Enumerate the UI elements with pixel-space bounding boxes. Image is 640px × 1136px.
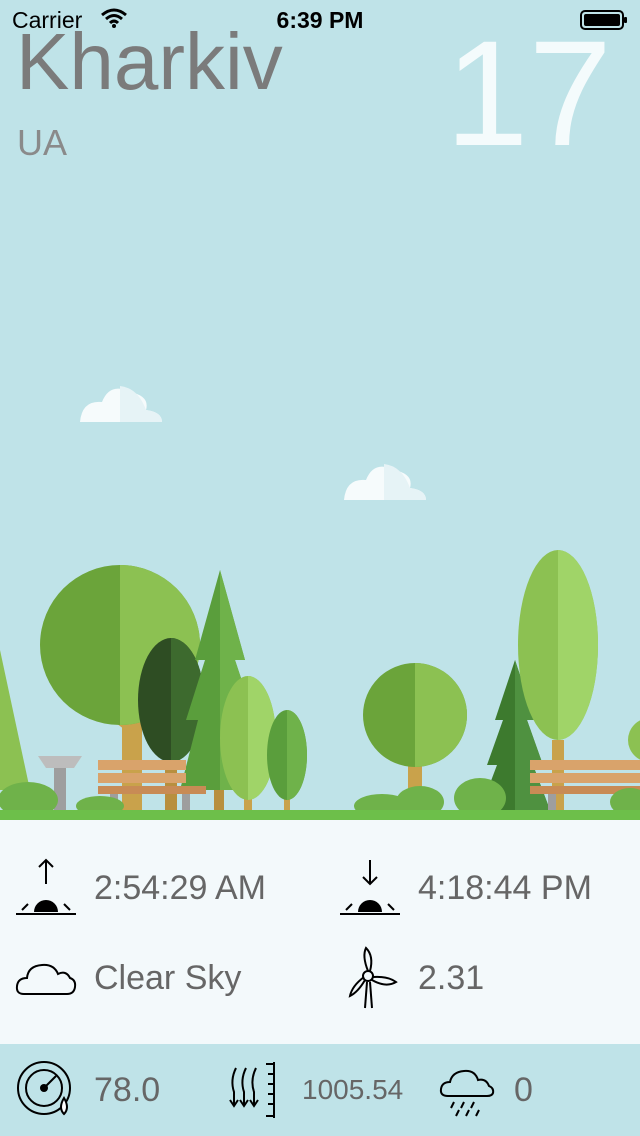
humidity-item: 78.0	[14, 1058, 160, 1122]
condition-row: Clear Sky	[14, 946, 241, 1010]
cloud-icon	[14, 946, 78, 1010]
details-panel: 2:54:29 AM 4:18:44 PM Clear Sky 2.31	[0, 820, 640, 1044]
pressure-item: 1005.54	[222, 1058, 403, 1122]
humidity-value: 78.0	[94, 1070, 161, 1109]
wind-turbine-icon	[338, 946, 402, 1010]
cloud-right	[344, 464, 426, 500]
precipitation-item: 0	[434, 1058, 533, 1122]
sunset-time: 4:18:44 PM	[418, 868, 592, 907]
city-name: Kharkiv	[16, 17, 283, 106]
park-illustration	[0, 386, 640, 820]
wind-row: 2.31	[338, 946, 484, 1010]
pressure-icon	[222, 1058, 286, 1122]
sunrise-icon	[14, 856, 78, 920]
weather-condition: Clear Sky	[94, 958, 242, 997]
humidity-gauge-icon	[14, 1058, 78, 1122]
bottom-bar: 78.0 1005.54 0	[0, 1044, 640, 1136]
country-code: UA	[17, 122, 68, 163]
wind-speed: 2.31	[418, 958, 485, 997]
sunrise-time: 2:54:29 AM	[94, 868, 267, 907]
cloud-left	[80, 386, 162, 422]
pressure-value: 1005.54	[302, 1074, 404, 1105]
sunset-icon	[338, 856, 402, 920]
sunset-row: 4:18:44 PM	[338, 856, 592, 920]
rain-cloud-icon	[434, 1058, 498, 1122]
precipitation-value: 0	[514, 1070, 533, 1109]
temperature: 17	[445, 9, 612, 177]
sunrise-row: 2:54:29 AM	[14, 856, 266, 920]
